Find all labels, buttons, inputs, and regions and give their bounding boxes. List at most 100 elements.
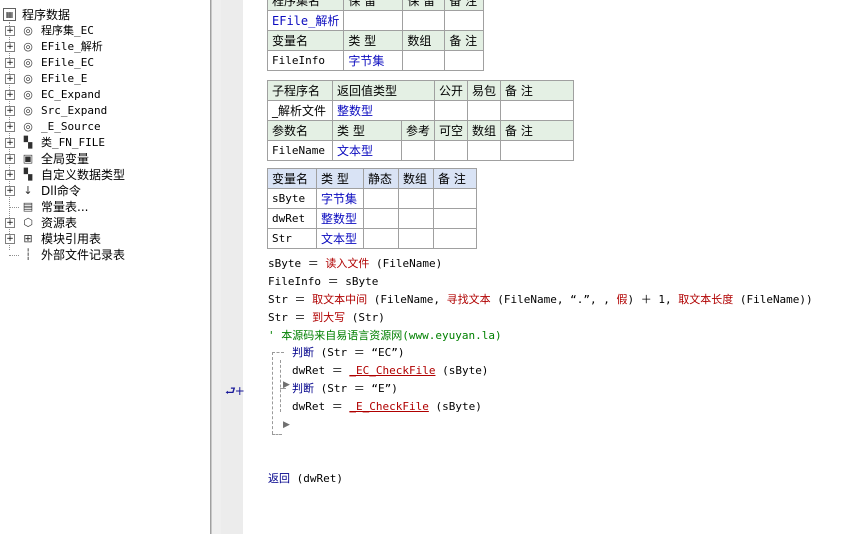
expand-icon[interactable]: + (5, 26, 15, 36)
flow-line (272, 352, 284, 353)
local-static-cell[interactable] (363, 188, 399, 209)
tree-item-label: 资源表 (41, 216, 78, 230)
expand-icon[interactable]: + (5, 122, 15, 132)
local-name-cell[interactable]: sByte (267, 188, 317, 209)
expand-icon[interactable]: + (5, 42, 15, 52)
module-name-cell[interactable]: EFile_解析 (266, 10, 345, 31)
module-reserved2-cell[interactable] (402, 10, 446, 31)
tree-guide-line (9, 255, 19, 256)
expand-icon[interactable]: + (5, 218, 15, 228)
code-text: (FileName)) (733, 293, 813, 306)
flow-control-icon[interactable]: ⮐+ (225, 382, 245, 403)
expand-icon[interactable]: + (5, 186, 15, 196)
local-var-table: 变量名 类 型 静态 数组 备 注 sByte 字节集 dwRet 整数型 St… (267, 168, 477, 249)
var-header-remark: 备 注 (444, 30, 485, 51)
code-function-link[interactable]: _EC_CheckFile (349, 364, 435, 377)
sub-easypack-cell[interactable] (467, 100, 502, 121)
param-ref-cell[interactable] (400, 140, 436, 161)
dll-icon: ↓ (23, 184, 33, 197)
code-text: (dwRet) (290, 472, 343, 485)
code-keyword: 到大写 (312, 311, 346, 324)
param-nullable-cell[interactable] (434, 140, 469, 161)
local-array-cell[interactable] (398, 228, 434, 249)
local-remark-cell[interactable] (433, 208, 477, 229)
local-remark-cell[interactable] (433, 188, 477, 209)
module-remark-cell[interactable] (444, 10, 485, 31)
param-name-cell[interactable]: FileName (267, 140, 333, 161)
param-header-type: 类 型 (332, 120, 402, 141)
var-name-cell[interactable]: FileInfo (266, 50, 345, 71)
local-header-remark: 备 注 (433, 168, 477, 189)
param-array-cell[interactable] (467, 140, 502, 161)
tree-item-label: Dll命令 (41, 184, 81, 198)
code-line[interactable]: Str ＝ 到大写 (Str) (268, 311, 385, 325)
tree-item-label: 类_FN_FILE (41, 136, 105, 149)
expand-icon[interactable]: + (5, 234, 15, 244)
module-icon: ◎ (23, 72, 33, 85)
module-header-reserved2: 保 留 (402, 0, 446, 11)
constant-icon: ▤ (22, 200, 34, 213)
expand-icon[interactable]: + (5, 170, 15, 180)
local-type-cell[interactable]: 字节集 (316, 188, 364, 209)
expand-icon[interactable]: + (5, 58, 15, 68)
code-line[interactable]: dwRet ＝ _EC_CheckFile (sByte) (292, 364, 488, 378)
sub-remark-cell[interactable] (500, 100, 575, 121)
tree-item-label: 外部文件记录表 (41, 248, 126, 262)
subroutine-table: 子程序名 返回值类型 公开 易包 备 注 _解析文件 整数型 参数名 类 型 参… (267, 80, 575, 161)
var-type-cell[interactable]: 字节集 (343, 50, 404, 71)
local-array-cell[interactable] (398, 188, 434, 209)
param-header-ref: 参考 (400, 120, 436, 141)
project-tree-panel[interactable]: ▦ 程序数据 + ◎ 程序集_EC + ◎ EFile_解析 + ◎ EFile_EC + ◎ EFi… (0, 0, 211, 534)
code-text: (Str) (345, 311, 385, 324)
code-line[interactable]: 判断 (Str ＝ “EC”) (292, 346, 404, 360)
local-array-cell[interactable] (398, 208, 434, 229)
local-static-cell[interactable] (363, 208, 399, 229)
expand-icon[interactable]: + (5, 138, 15, 148)
code-line[interactable]: FileInfo ＝ sByte (268, 275, 378, 289)
tree-item-label: EFile_E (41, 72, 88, 85)
tree-item-label: 模块引用表 (41, 232, 102, 246)
local-type-cell[interactable]: 整数型 (316, 208, 364, 229)
local-type-cell[interactable]: 文本型 (316, 228, 364, 249)
sub-name-cell[interactable]: _解析文件 (267, 100, 333, 121)
expand-icon[interactable]: + (5, 106, 15, 116)
sub-public-cell[interactable] (434, 100, 469, 121)
code-text: Str ＝ (268, 293, 313, 306)
expand-icon[interactable]: + (5, 154, 15, 164)
resource-icon: ⬡ (23, 216, 33, 229)
code-text: (sByte) (435, 364, 489, 377)
expand-icon[interactable]: + (5, 90, 15, 100)
sub-header-name: 子程序名 (267, 80, 333, 101)
code-function-link[interactable]: _E_CheckFile (349, 400, 428, 413)
sub-return-cell[interactable]: 整数型 (331, 100, 436, 121)
param-remark-cell[interactable] (500, 140, 575, 161)
local-static-cell[interactable] (363, 228, 399, 249)
flow-arrow-icon: ▶ (283, 420, 290, 430)
module-header-remark: 备 注 (444, 0, 485, 11)
tree-guide-line (9, 207, 19, 208)
tree-item-label: EFile_EC (41, 56, 94, 69)
local-name-cell[interactable]: dwRet (267, 208, 317, 229)
code-comment[interactable]: ' 本源码来自易语言资源网(www.eyuyan.la) (268, 329, 502, 343)
expand-icon[interactable]: + (5, 74, 15, 84)
var-array-cell[interactable] (402, 50, 446, 71)
code-text: Str ＝ (268, 311, 313, 324)
var-remark-cell[interactable] (444, 50, 485, 71)
local-name-cell[interactable]: Str (267, 228, 317, 249)
code-text: FileInfo ＝ sByte (268, 275, 379, 288)
param-header-remark: 备 注 (500, 120, 575, 141)
module-reserved1-cell[interactable] (343, 10, 404, 31)
code-line[interactable]: 判断 (Str ＝ “E”) (292, 382, 398, 396)
code-line[interactable]: Str ＝ 取文本中间 (FileName, 寻找文本 (FileName, “… (268, 293, 813, 307)
code-text: (FileName, “.”, , (490, 293, 617, 306)
param-type-cell[interactable]: 文本型 (332, 140, 402, 161)
code-line[interactable]: dwRet ＝ _E_CheckFile (sByte) (292, 400, 482, 414)
var-header-type: 类 型 (343, 30, 404, 51)
local-remark-cell[interactable] (433, 228, 477, 249)
param-header-name: 参数名 (267, 120, 333, 141)
code-line[interactable]: 返回 (dwRet) (268, 472, 343, 486)
code-text: (FileName) (369, 257, 443, 270)
tree-root-label: 程序数据 (22, 8, 71, 22)
code-line[interactable]: sByte ＝ 读入文件 (FileName) (268, 257, 442, 271)
code-keyword: 寻找文本 (446, 293, 491, 306)
